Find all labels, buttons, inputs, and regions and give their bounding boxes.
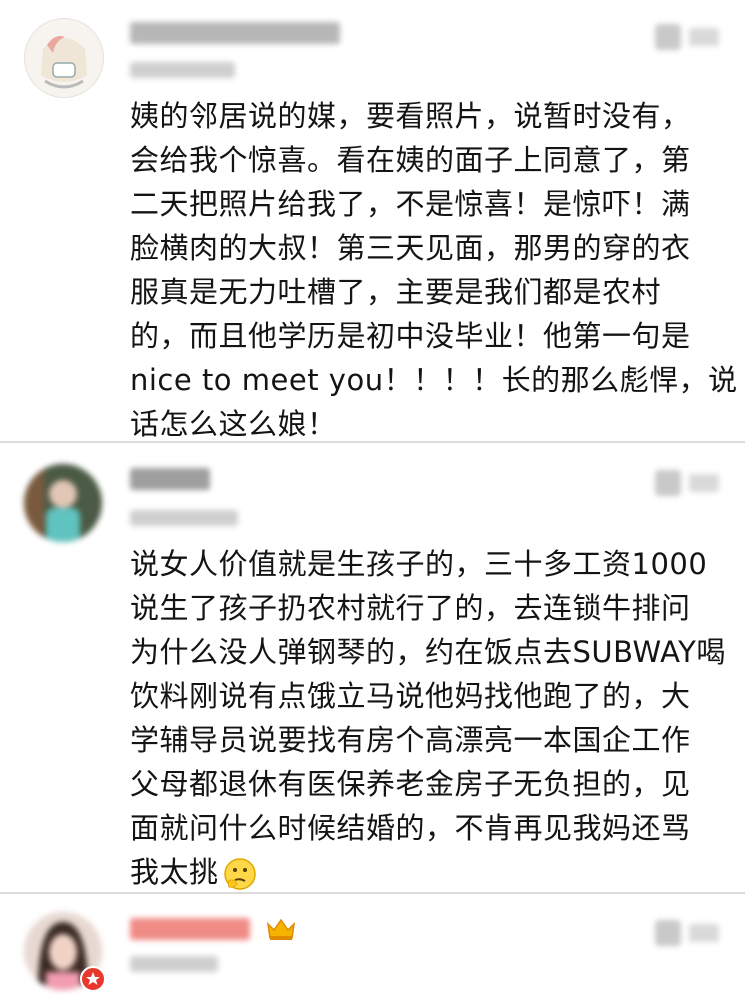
verified-badge-icon	[80, 966, 106, 992]
like-count	[689, 28, 719, 46]
thumbs-up-icon	[655, 920, 681, 946]
timestamp	[130, 62, 235, 78]
like-count	[689, 924, 719, 942]
avatar[interactable]	[24, 18, 104, 98]
timestamp	[130, 956, 218, 972]
comment-text: 姨的邻居说的媒，要看照片，说暂时没有， 会给我个惊喜。看在姨的面子上同意了，第 …	[130, 99, 738, 441]
photo-avatar-icon	[24, 464, 102, 542]
thinking-face-icon	[223, 858, 256, 890]
like-button[interactable]	[655, 920, 723, 946]
anime-avatar-icon	[25, 19, 103, 97]
divider	[0, 892, 745, 894]
avatar[interactable]	[24, 464, 102, 542]
like-count	[689, 474, 719, 492]
vip-crown-icon	[266, 918, 296, 940]
username-vip[interactable]	[130, 918, 250, 940]
thumbs-up-icon	[655, 470, 681, 496]
timestamp	[130, 510, 238, 526]
divider	[0, 441, 745, 443]
comment-text: 说女人价值就是生孩子的，三十多工资1000 说生了孩子扔农村就行了的，去连锁牛排…	[130, 547, 726, 890]
like-button[interactable]	[655, 24, 723, 50]
thumbs-up-icon	[655, 24, 681, 50]
username[interactable]	[130, 468, 210, 490]
like-button[interactable]	[655, 470, 723, 496]
username[interactable]	[130, 22, 340, 44]
